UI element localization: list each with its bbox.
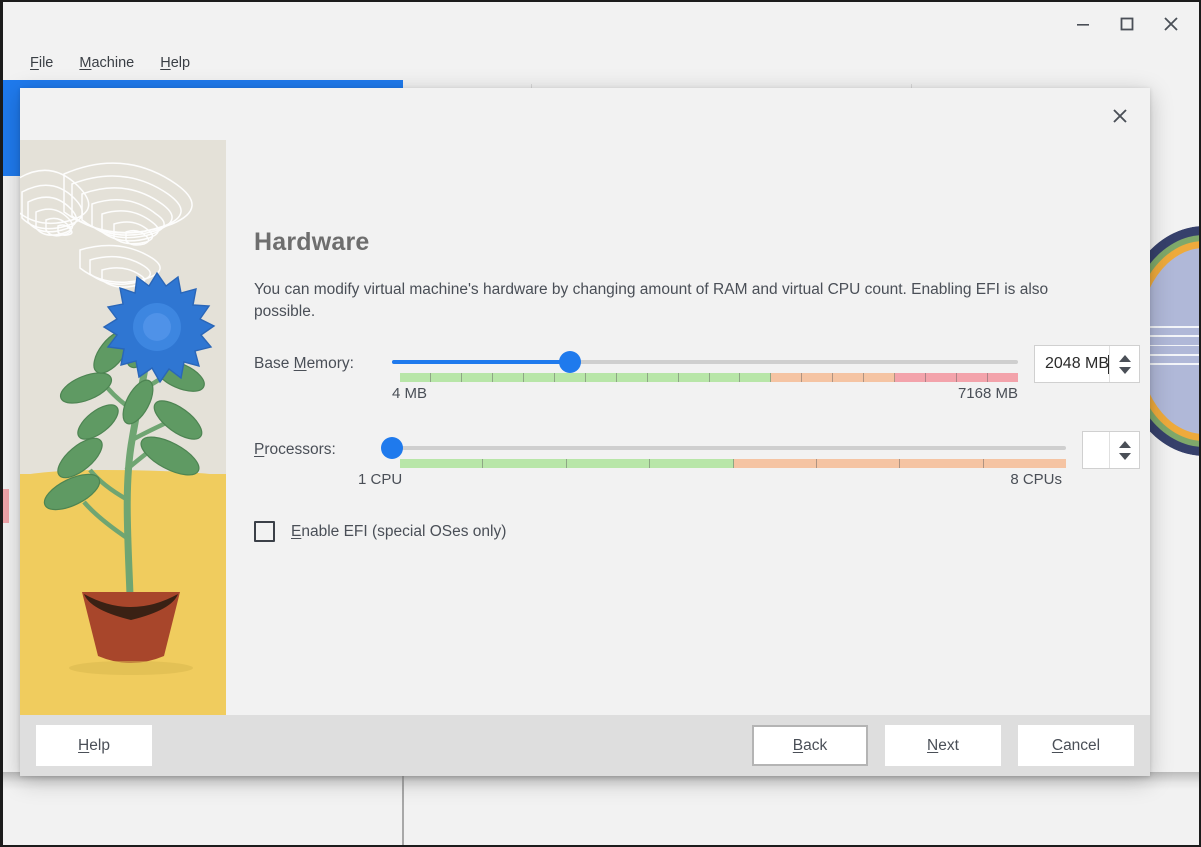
processors-tick-scale [400, 459, 1066, 468]
base-memory-tick-scale [400, 373, 1018, 382]
wizard-content-pane: Hardware You can modify virtual machine'… [226, 140, 1150, 715]
enable-efi-row[interactable]: Enable EFI (special OSes only) [254, 521, 1150, 542]
menu-machine[interactable]: Machine [66, 52, 147, 74]
base-memory-row: Base Memory: 2048 MB [254, 345, 1150, 383]
hardware-wizard-dialog: Hardware You can modify virtual machine'… [20, 88, 1150, 776]
page-title: Hardware [254, 228, 370, 256]
menu-help-label: elp [170, 55, 191, 71]
tick-segment [802, 373, 834, 382]
help-button[interactable]: Help [36, 725, 152, 766]
tick-segment [988, 373, 1018, 382]
tick-segment [554, 373, 586, 382]
menubar: File Machine Help [3, 46, 1199, 80]
tick-segment [585, 373, 617, 382]
tick-segment [678, 373, 710, 382]
processors-value[interactable] [1083, 432, 1109, 468]
base-memory-label: Base Memory: [254, 355, 354, 372]
dialog-footer: Help Back Next Cancel [20, 715, 1150, 776]
base-memory-stepper[interactable] [1109, 346, 1139, 382]
potted-flower-illustration [20, 162, 216, 675]
tick-segment [926, 373, 958, 382]
cancel-button[interactable]: Cancel [1018, 725, 1134, 766]
processors-stepper[interactable] [1109, 432, 1139, 468]
tick-segment [492, 373, 524, 382]
menu-machine-label: achine [91, 55, 135, 71]
tick-segment [957, 373, 989, 382]
minimize-button[interactable] [1061, 7, 1105, 41]
base-memory-scale: 4 MB 7168 MB [392, 385, 1018, 409]
stepper-up-icon[interactable] [1118, 440, 1131, 448]
close-button[interactable] [1149, 7, 1193, 41]
base-memory-track-fill [392, 360, 571, 364]
minimize-icon [1077, 24, 1089, 26]
tick-segment [983, 459, 1066, 468]
next-button[interactable]: Next [885, 725, 1001, 766]
tick-segment [864, 373, 896, 382]
maximize-button[interactable] [1105, 7, 1149, 41]
stepper-down-icon[interactable] [1118, 366, 1131, 374]
processors-max: 8 CPUs [1010, 471, 1062, 488]
screen: File Machine Help Hardware You can modif… [0, 0, 1201, 847]
tick-segment [400, 373, 431, 382]
tick-segment [616, 373, 648, 382]
processors-row: Processors: [254, 431, 1150, 469]
wizard-illustration [20, 140, 226, 715]
menu-file-label: ile [38, 55, 54, 71]
tick-segment [900, 459, 984, 468]
processors-label: Processors: [254, 441, 336, 458]
back-button[interactable]: Back [752, 725, 868, 766]
tick-segment [740, 373, 772, 382]
background-vertical-divider [402, 772, 404, 845]
tick-segment [400, 459, 484, 468]
tick-segment [895, 373, 927, 382]
base-memory-slider[interactable] [392, 347, 1018, 382]
enable-efi-label[interactable]: Enable EFI (special OSes only) [291, 523, 506, 541]
close-icon [1113, 109, 1127, 123]
tick-segment [733, 459, 817, 468]
stepper-up-icon[interactable] [1118, 354, 1131, 362]
tick-segment [483, 459, 567, 468]
background-accent-strip [3, 489, 9, 523]
tick-segment [566, 459, 651, 468]
processors-slider[interactable] [381, 433, 1066, 468]
maximize-icon [1120, 17, 1134, 31]
base-memory-max: 7168 MB [957, 385, 1018, 402]
tick-segment [523, 373, 555, 382]
tick-segment [833, 373, 865, 382]
tick-segment [816, 459, 901, 468]
tick-segment [650, 459, 734, 468]
menu-help[interactable]: Help [147, 52, 203, 74]
tick-segment [461, 373, 493, 382]
tick-segment [647, 373, 679, 382]
tick-segment [430, 373, 462, 382]
dialog-close-button[interactable] [1098, 96, 1142, 136]
tick-segment [771, 373, 803, 382]
menu-file[interactable]: File [17, 52, 66, 74]
close-icon [1164, 17, 1178, 31]
base-memory-spinbox[interactable]: 2048 MB [1034, 345, 1140, 383]
processors-spinbox[interactable] [1082, 431, 1140, 469]
base-memory-handle[interactable] [559, 351, 582, 373]
base-memory-value[interactable]: 2048 MB [1035, 346, 1108, 382]
enable-efi-checkbox[interactable] [254, 521, 275, 542]
processors-min: 1 CPU [358, 471, 403, 488]
stepper-down-icon[interactable] [1118, 452, 1131, 460]
processors-handle[interactable] [381, 437, 403, 459]
window-titlebar [3, 2, 1199, 46]
page-description: You can modify virtual machine's hardwar… [254, 281, 1049, 320]
processors-scale: 1 CPU 8 CPUs [358, 471, 1062, 495]
base-memory-min: 4 MB [392, 385, 428, 402]
processors-track [392, 446, 1066, 450]
tick-segment [709, 373, 741, 382]
window-controls [1061, 7, 1193, 41]
